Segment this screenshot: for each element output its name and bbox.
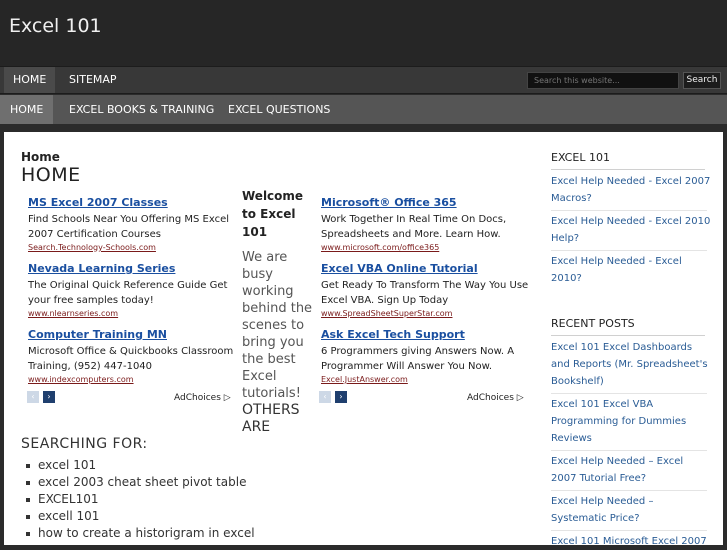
ad-url[interactable]: www.microsoft.com/office365 <box>321 243 531 252</box>
sidebar-link[interactable]: Excel Help Needed - Excel 2010 Help? <box>551 213 711 247</box>
ad-text: 6 Programmers giving Answers Now. A Prog… <box>321 346 515 372</box>
ad-text: Microsoft Office & Quickbooks Classroom … <box>28 346 234 372</box>
sidebar-link[interactable]: Excel Help Needed - Excel 2010? <box>551 253 711 287</box>
primary-nav: HOME SITEMAP Search <box>0 66 727 94</box>
ad-prev-button[interactable]: ‹ <box>27 391 39 403</box>
ad-right-3[interactable]: Ask Excel Tech Support 6 Programmers giv… <box>321 328 531 384</box>
welcome-widget: Welcome to Excel 101 We are busy working… <box>242 187 318 402</box>
search-term-item: EXCEL101 <box>21 491 255 508</box>
sidebar-link[interactable]: Excel 101 Excel VBA Programming for Dumm… <box>551 396 711 447</box>
divider <box>551 530 707 531</box>
ad-title[interactable]: Ask Excel Tech Support <box>321 328 531 341</box>
welcome-title: Welcome to Excel 101 <box>242 189 304 239</box>
ad-title[interactable]: Computer Training MN <box>28 328 238 341</box>
ad-url[interactable]: Excel.JustAnswer.com <box>321 375 531 384</box>
widget-title-recent-posts: RECENT POSTS <box>551 317 705 336</box>
ad-prev-button[interactable]: ‹ <box>319 391 331 403</box>
ad-right-1[interactable]: Microsoft® Office 365 Work Together In R… <box>321 196 531 252</box>
site-header: Excel 101 <box>0 0 727 66</box>
ad-url[interactable]: Search.Technology-Schools.com <box>28 243 238 252</box>
ad-left-2[interactable]: Nevada Learning Series The Original Quic… <box>28 262 238 318</box>
search-button[interactable]: Search <box>683 72 721 89</box>
ad-next-button[interactable]: › <box>335 391 347 403</box>
ad-text: Find Schools Near You Offering MS Excel … <box>28 214 230 240</box>
sidebar-link[interactable]: Excel 101 Excel Dashboards and Reports (… <box>551 339 711 390</box>
nav-sitemap[interactable]: SITEMAP <box>60 67 126 93</box>
search-term-item: excel 2003 cheat sheet pivot table <box>21 474 255 491</box>
sidebar-link[interactable]: Excel Help Needed - Excel 2007 Macros? <box>551 173 711 207</box>
ad-url[interactable]: www.nlearnseries.com <box>28 309 238 318</box>
widget-title-excel-101: EXCEL 101 <box>551 151 705 170</box>
adchoices-link[interactable]: AdChoices ▷ <box>467 393 524 403</box>
divider <box>551 210 707 211</box>
search-term-item: how to create a historigram in excel <box>21 525 255 542</box>
divider <box>551 490 707 491</box>
ad-title[interactable]: MS Excel 2007 Classes <box>28 196 238 209</box>
sidebar: EXCEL 101 Excel Help Needed - Excel 2007… <box>547 132 723 547</box>
breadcrumb[interactable]: Home <box>21 150 60 164</box>
ad-url[interactable]: www.SpreadSheetSuperStar.com <box>321 309 531 318</box>
nav-home[interactable]: HOME <box>4 67 56 93</box>
divider <box>551 250 707 251</box>
divider <box>551 450 707 451</box>
ad-url[interactable]: www.indexcomputers.com <box>28 375 238 384</box>
nav-home-secondary[interactable]: HOME <box>0 95 54 124</box>
secondary-nav: HOME EXCEL BOOKS & TRAINING EXCEL QUESTI… <box>0 95 727 124</box>
search-terms-list: excel 101 excel 2003 cheat sheet pivot t… <box>21 457 255 542</box>
search-term-item: excel 101 <box>21 457 255 474</box>
ad-title[interactable]: Excel VBA Online Tutorial <box>321 262 531 275</box>
ad-title[interactable]: Nevada Learning Series <box>28 262 238 275</box>
sidebar-link[interactable]: Excel Help Needed – Systematic Price? <box>551 493 711 527</box>
page-title: HOME <box>21 164 81 186</box>
ad-left-1[interactable]: MS Excel 2007 Classes Find Schools Near … <box>28 196 238 252</box>
nav-excel-books-training[interactable]: EXCEL BOOKS & TRAINING <box>59 95 224 124</box>
adchoices-link[interactable]: AdChoices ▷ <box>174 393 231 403</box>
main-column: Home HOME MS Excel 2007 Classes Find Sch… <box>4 132 534 545</box>
ad-next-button[interactable]: › <box>43 391 55 403</box>
search-term-item: excell 101 <box>21 508 255 525</box>
ad-title[interactable]: Microsoft® Office 365 <box>321 196 531 209</box>
search-input[interactable] <box>527 72 679 89</box>
welcome-text: We are busy working behind the scenes to… <box>242 250 313 401</box>
ad-text: Get Ready To Transform The Way You Use E… <box>321 280 529 306</box>
sidebar-link[interactable]: Excel Help Needed – Excel 2007 Tutorial … <box>551 453 711 487</box>
ad-text: Work Together In Real Time On Docs, Spre… <box>321 214 507 240</box>
content-area: Home HOME MS Excel 2007 Classes Find Sch… <box>4 132 723 547</box>
searching-heading: SEARCHING FOR: <box>21 436 148 452</box>
nav-excel-questions[interactable]: EXCEL QUESTIONS <box>218 95 340 124</box>
ad-left-3[interactable]: Computer Training MN Microsoft Office & … <box>28 328 238 384</box>
site-title[interactable]: Excel 101 <box>9 15 102 37</box>
ad-right-2[interactable]: Excel VBA Online Tutorial Get Ready To T… <box>321 262 531 318</box>
sidebar-link[interactable]: Excel 101 Microsoft Excel 2007 <box>551 533 711 550</box>
ad-text: The Original Quick Reference Guide Get y… <box>28 280 228 306</box>
others-label: OTHERS ARE <box>242 402 300 435</box>
divider <box>551 393 707 394</box>
